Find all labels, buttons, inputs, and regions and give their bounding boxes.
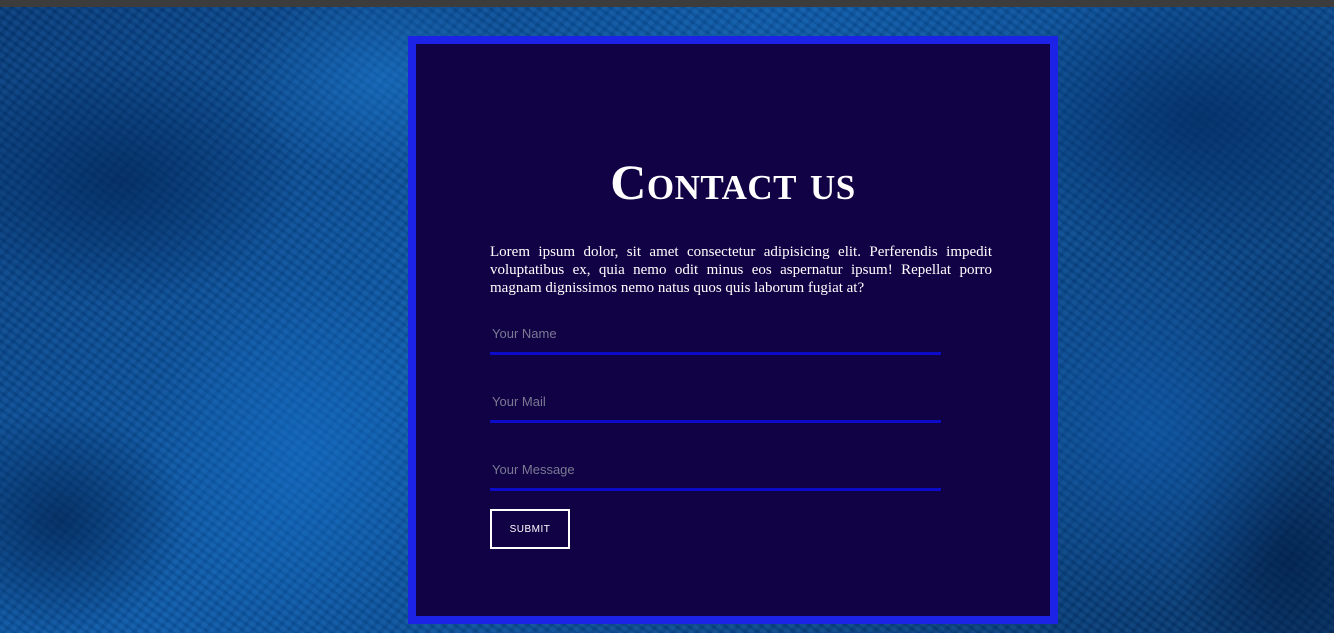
- message-input[interactable]: [490, 451, 941, 491]
- contact-description: Lorem ipsum dolor, sit amet consectetur …: [490, 244, 992, 296]
- name-input[interactable]: [490, 315, 941, 355]
- submit-button[interactable]: SUBMIT: [490, 509, 570, 549]
- mail-input[interactable]: [490, 383, 941, 423]
- browser-top-bar: [0, 0, 1334, 7]
- page-title: Contact us: [610, 154, 856, 210]
- contact-card: Contact us Lorem ipsum dolor, sit amet c…: [408, 36, 1058, 624]
